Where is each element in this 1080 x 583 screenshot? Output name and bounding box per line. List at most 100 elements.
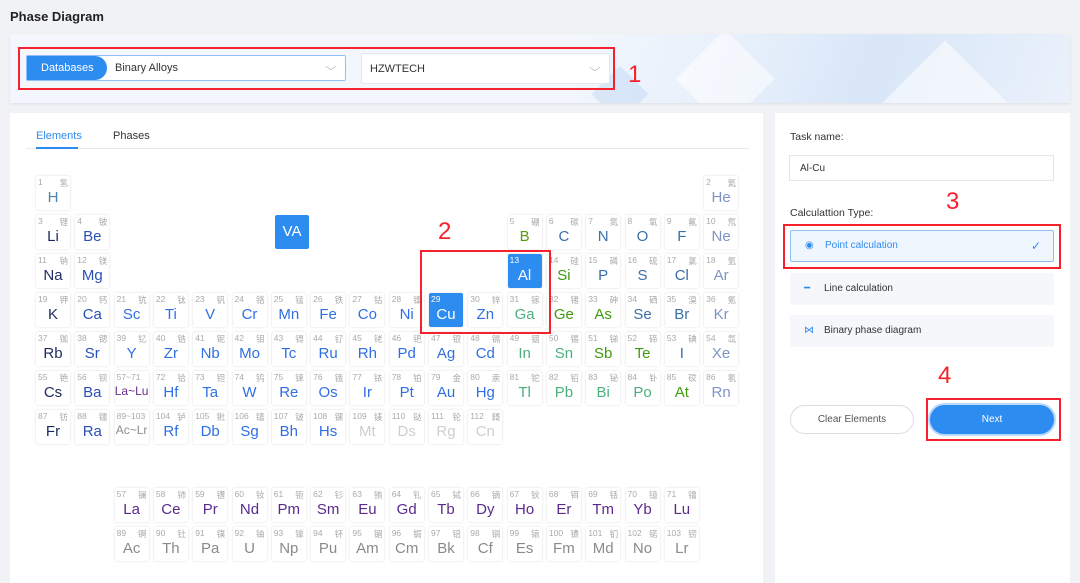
element-bk[interactable]: 97 锫 Bk	[429, 527, 463, 561]
element-th[interactable]: 90 钍 Th	[153, 527, 188, 561]
va-button[interactable]: VA	[275, 215, 309, 249]
element-tl[interactable]: 81 铊 Tl	[507, 371, 542, 405]
element-s[interactable]: 16 硫 S	[625, 254, 660, 288]
element-cd[interactable]: 48 镉 Cd	[468, 332, 503, 366]
element-as[interactable]: 33 砷 As	[586, 293, 621, 327]
element-mn[interactable]: 25 锰 Mn	[271, 293, 306, 327]
element-cm[interactable]: 96 锔 Cm	[389, 527, 424, 561]
element-lr[interactable]: 103 铹 Lr	[664, 527, 699, 561]
element-mo[interactable]: 42 钼 Mo	[232, 332, 267, 366]
element-cr[interactable]: 24 铬 Cr	[232, 293, 267, 327]
element-f[interactable]: 9 氟F	[664, 215, 699, 249]
element-rg[interactable]: 111 𬬭 Rg	[429, 410, 463, 444]
element-zr[interactable]: 40 锆 Zr	[153, 332, 188, 366]
element-te[interactable]: 52 碲 Te	[625, 332, 660, 366]
element-rb[interactable]: 37 铷 Rb	[36, 332, 70, 366]
element-cs[interactable]: 55 铯 Cs	[36, 371, 70, 405]
element-xe[interactable]: 54 氙 Xe	[704, 332, 739, 366]
element-ne[interactable]: 10 氖 Ne	[704, 215, 739, 249]
element-co[interactable]: 27 钴 Co	[350, 293, 385, 327]
element-ru[interactable]: 44 钌 Ru	[311, 332, 346, 366]
element-sc[interactable]: 21 钪 Sc	[114, 293, 149, 327]
element-tb[interactable]: 65 铽 Tb	[429, 488, 463, 522]
element-pt[interactable]: 78 铂 Pt	[389, 371, 424, 405]
element-pu[interactable]: 94 钚 Pu	[311, 527, 346, 561]
element-db[interactable]: 105 𬭊 Db	[193, 410, 228, 444]
element-lu[interactable]: 71 镥 Lu	[664, 488, 699, 522]
element-be[interactable]: 4 铍 Be	[75, 215, 110, 249]
task-name-input[interactable]	[789, 155, 1054, 181]
element-sg[interactable]: 106 𬭳 Sg	[232, 410, 267, 444]
element-v[interactable]: 23 钒 V	[193, 293, 228, 327]
element-ag[interactable]: 47 银 Ag	[429, 332, 463, 366]
element-pd[interactable]: 46 钯 Pd	[389, 332, 424, 366]
element-ca[interactable]: 20 钙 Ca	[75, 293, 110, 327]
element-pb[interactable]: 82 铅 Pb	[546, 371, 581, 405]
element-nd[interactable]: 60 钕 Nd	[232, 488, 267, 522]
element-hs[interactable]: 108 𬭶 Hs	[311, 410, 346, 444]
element-sb[interactable]: 51 锑 Sb	[586, 332, 621, 366]
element-la-lu[interactable]: 57~71 La~Lu	[114, 371, 149, 405]
clear-elements-button[interactable]: Clear Elements	[790, 405, 914, 434]
element-u[interactable]: 92 铀 U	[232, 527, 267, 561]
element-ge[interactable]: 32 锗 Ge	[546, 293, 581, 327]
element-dy[interactable]: 66 镝 Dy	[468, 488, 503, 522]
element-se[interactable]: 34 硒 Se	[625, 293, 660, 327]
element-fm[interactable]: 100 镄 Fm	[546, 527, 581, 561]
element-er[interactable]: 68 铒 Er	[546, 488, 581, 522]
element-ho[interactable]: 67 钬 Ho	[507, 488, 542, 522]
element-pa[interactable]: 91 镤 Pa	[193, 527, 228, 561]
element-gd[interactable]: 64 钆 Gd	[389, 488, 424, 522]
element-k[interactable]: 19 钾 K	[36, 293, 70, 327]
element-h[interactable]: 1 氢H	[36, 176, 70, 210]
element-ar[interactable]: 18 氩 Ar	[704, 254, 739, 288]
element-ba[interactable]: 56 钡 Ba	[75, 371, 110, 405]
element-re[interactable]: 75 铼 Re	[271, 371, 306, 405]
element-rf[interactable]: 104 𬬻 Rf	[153, 410, 188, 444]
tab-phases[interactable]: Phases	[113, 130, 150, 142]
element-am[interactable]: 95 镅 Am	[350, 527, 385, 561]
option-line-calculation[interactable]: ━ Line calculation	[790, 273, 1054, 305]
element-mg[interactable]: 12 镁 Mg	[75, 254, 110, 288]
element-ce[interactable]: 58 铈 Ce	[153, 488, 188, 522]
element-ta[interactable]: 73 钽 Ta	[193, 371, 228, 405]
element-ir[interactable]: 77 铱 Ir	[350, 371, 385, 405]
element-li[interactable]: 3 锂 Li	[36, 215, 70, 249]
element-mt[interactable]: 109 鿏 Mt	[350, 410, 385, 444]
element-bh[interactable]: 107 𬭛 Bh	[271, 410, 306, 444]
element-ds[interactable]: 110 𫟼 Ds	[389, 410, 424, 444]
element-kr[interactable]: 36 氪 Kr	[704, 293, 739, 327]
element-hg[interactable]: 80 汞 Hg	[468, 371, 503, 405]
element-n[interactable]: 7 氮N	[586, 215, 621, 249]
element-ac[interactable]: 89 锕 Ac	[114, 527, 149, 561]
element-br[interactable]: 35 溴 Br	[664, 293, 699, 327]
element-fe[interactable]: 26 铁 Fe	[311, 293, 346, 327]
element-np[interactable]: 93 镎 Np	[271, 527, 306, 561]
element-ti[interactable]: 22 钛 Ti	[153, 293, 188, 327]
element-yb[interactable]: 70 镱 Yb	[625, 488, 660, 522]
element-in[interactable]: 49 铟 In	[507, 332, 542, 366]
element-sn[interactable]: 50 锡 Sn	[546, 332, 581, 366]
element-p[interactable]: 15 磷 P	[586, 254, 621, 288]
element-ra[interactable]: 88 镭 Ra	[75, 410, 110, 444]
element-cn[interactable]: 112 鎶 Cn	[468, 410, 503, 444]
element-sm[interactable]: 62 钐 Sm	[311, 488, 346, 522]
element-at[interactable]: 85 砹 At	[664, 371, 699, 405]
element-la[interactable]: 57 镧 La	[114, 488, 149, 522]
element-cl[interactable]: 17 氯 Cl	[664, 254, 699, 288]
element-tm[interactable]: 69 铥 Tm	[586, 488, 621, 522]
element-i[interactable]: 53 碘 I	[664, 332, 699, 366]
element-c[interactable]: 6 碳C	[546, 215, 581, 249]
element-no[interactable]: 102 锘 No	[625, 527, 660, 561]
element-he[interactable]: 2 氦 He	[704, 176, 739, 210]
element-si[interactable]: 14 硅 Si	[546, 254, 581, 288]
element-au[interactable]: 79 金 Au	[429, 371, 463, 405]
element-ni[interactable]: 28 镍 Ni	[389, 293, 424, 327]
element-y[interactable]: 39 钇 Y	[114, 332, 149, 366]
element-es[interactable]: 99 锿 Es	[507, 527, 542, 561]
element-pr[interactable]: 59 镨 Pr	[193, 488, 228, 522]
element-w[interactable]: 74 钨 W	[232, 371, 267, 405]
element-cf[interactable]: 98 锎 Cf	[468, 527, 503, 561]
element-rh[interactable]: 45 铑 Rh	[350, 332, 385, 366]
element-o[interactable]: 8 氧O	[625, 215, 660, 249]
